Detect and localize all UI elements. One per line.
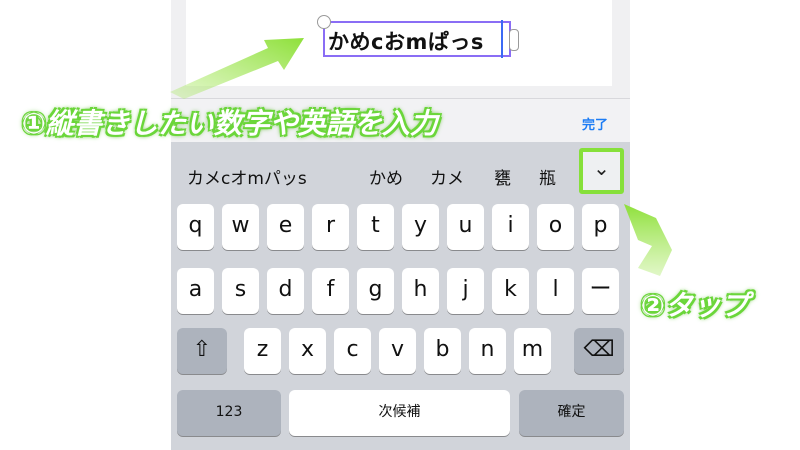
arrow-to-textbox: [170, 38, 304, 99]
annotation-arrows: [170, 38, 672, 276]
step1-annotation: ①縦書きしたい数字や英語を入力: [22, 107, 438, 140]
arrow-to-expand-button: [624, 204, 672, 276]
step2-annotation: ②タップ: [641, 289, 749, 322]
